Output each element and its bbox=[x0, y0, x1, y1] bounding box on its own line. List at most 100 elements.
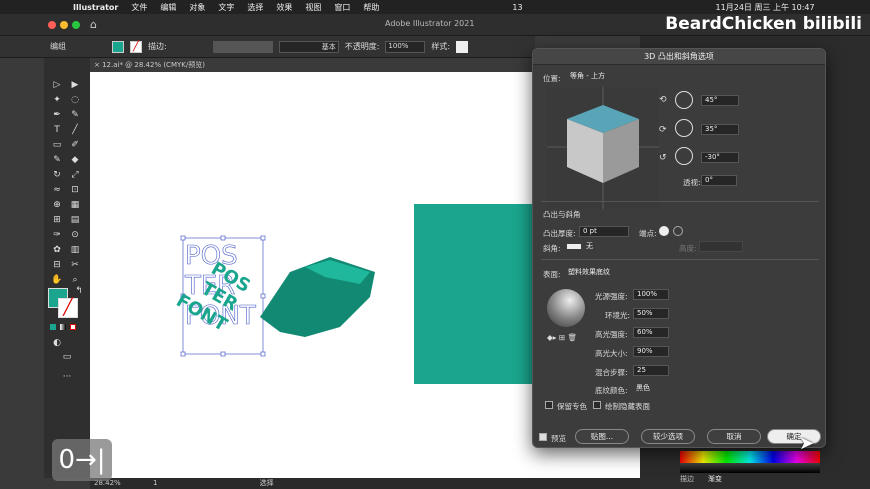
style-swatch[interactable] bbox=[456, 40, 469, 53]
menu-effect[interactable]: 效果 bbox=[276, 2, 292, 13]
menu-view[interactable]: 视图 bbox=[305, 2, 321, 13]
symbol-sprayer-icon[interactable]: ✿ bbox=[50, 243, 64, 257]
rotate-tool-icon[interactable]: ↻ bbox=[50, 168, 64, 182]
selection-tool-icon[interactable]: ▷ bbox=[50, 78, 64, 92]
rotate-x-dial[interactable] bbox=[675, 91, 693, 109]
light-options-icon[interactable]: ◆▸ ⊞ 🗑 bbox=[547, 333, 577, 342]
position-label: 位置: bbox=[543, 74, 561, 83]
rotate-x-icon: ⟲ bbox=[659, 95, 667, 105]
light-intensity-field[interactable]: 100% bbox=[633, 289, 669, 300]
fewer-options-button[interactable]: 较少选项 bbox=[641, 429, 695, 444]
maximize-window-icon[interactable] bbox=[72, 21, 80, 29]
menu-type[interactable]: 文字 bbox=[218, 2, 234, 13]
ambient-field[interactable]: 50% bbox=[633, 308, 669, 319]
cap-off-icon[interactable] bbox=[673, 226, 683, 236]
draw-mode-icon[interactable]: ◐ bbox=[50, 336, 64, 350]
surface-select[interactable]: 塑料效果底纹 bbox=[565, 267, 635, 278]
direct-selection-tool-icon[interactable]: ▶ bbox=[68, 78, 82, 92]
opacity-field[interactable]: 100% bbox=[385, 40, 426, 53]
type-tool-icon[interactable]: T bbox=[50, 123, 64, 137]
rotate-y-dial[interactable] bbox=[675, 119, 693, 137]
cap-on-icon[interactable] bbox=[659, 226, 669, 236]
brush-select[interactable]: 基本 bbox=[278, 40, 339, 53]
stroke-color[interactable]: ╱ bbox=[58, 298, 78, 318]
perspective-grid-icon[interactable]: ▦ bbox=[68, 198, 82, 212]
3d-extrude-dialog: 3D 凸出和斜角选项 位置: 等角 - 上方 ⟲ 45° ⟳ 35° ↺ -30… bbox=[532, 48, 826, 448]
minimize-window-icon[interactable] bbox=[60, 21, 68, 29]
watermark: BeardChicken bilibili bbox=[665, 14, 862, 34]
rotate-z-dial[interactable] bbox=[675, 147, 693, 165]
preserve-spot-checkbox[interactable] bbox=[545, 401, 553, 409]
magic-wand-icon[interactable]: ✦ bbox=[50, 93, 64, 107]
position-select[interactable]: 等角 - 上方 bbox=[567, 71, 627, 82]
slice-tool-icon[interactable]: ✂ bbox=[68, 258, 82, 272]
map-button[interactable]: 贴图... bbox=[575, 429, 629, 444]
cube-preview[interactable] bbox=[547, 87, 659, 209]
blend-steps-field[interactable]: 25 bbox=[633, 365, 669, 376]
graph-tool-icon[interactable]: ▥ bbox=[68, 243, 82, 257]
menu-select[interactable]: 选择 bbox=[247, 2, 263, 13]
hand-tool-icon[interactable]: ✋ bbox=[50, 273, 64, 287]
close-tab-icon[interactable]: × bbox=[94, 61, 102, 69]
artboard-tool-icon[interactable]: ⊟ bbox=[50, 258, 64, 272]
depth-field[interactable]: 0 pt bbox=[579, 226, 629, 237]
mesh-tool-icon[interactable]: ⊞ bbox=[50, 213, 64, 227]
rotate-z-field[interactable]: -30° bbox=[701, 152, 739, 163]
extrude-section-title: 凸出与斜角 bbox=[543, 210, 581, 219]
eraser-tool-icon[interactable]: ◆ bbox=[68, 153, 82, 167]
stroke-swatch[interactable]: ╱ bbox=[130, 40, 142, 53]
menu-edit[interactable]: 编辑 bbox=[160, 2, 176, 13]
pen-tool-icon[interactable]: ✒ bbox=[50, 108, 64, 122]
shaper-tool-icon[interactable]: ✎ bbox=[50, 153, 64, 167]
style-label: 样式: bbox=[431, 42, 451, 51]
menu-file[interactable]: 文件 bbox=[131, 2, 147, 13]
menu-app[interactable]: Illustrator bbox=[73, 3, 118, 12]
menu-object[interactable]: 对象 bbox=[189, 2, 205, 13]
rotate-x-field[interactable]: 45° bbox=[701, 95, 739, 106]
panel-tab-gradient[interactable]: 渐变 bbox=[708, 474, 722, 484]
stroke-weight-field[interactable] bbox=[212, 40, 273, 53]
perspective-field[interactable]: 0° bbox=[701, 175, 737, 186]
swap-colors-icon[interactable]: ↰ bbox=[72, 284, 86, 298]
lasso-icon[interactable]: ◌ bbox=[68, 93, 82, 107]
fill-swatch[interactable] bbox=[112, 40, 124, 53]
line-tool-icon[interactable]: ╱ bbox=[68, 123, 82, 137]
status-bar: 28.42% 1 选择 bbox=[90, 478, 640, 489]
screen-mode-icon[interactable]: ▭ bbox=[60, 350, 74, 364]
highlight-size-field[interactable]: 90% bbox=[633, 346, 669, 357]
close-window-icon[interactable] bbox=[48, 21, 56, 29]
shade-color-select[interactable]: 黑色 bbox=[633, 383, 673, 394]
teal-rectangle bbox=[414, 204, 534, 384]
highlight-intensity-field[interactable]: 60% bbox=[633, 327, 669, 338]
artboard-number[interactable]: 1 bbox=[153, 479, 157, 487]
lighting-sphere[interactable] bbox=[547, 289, 585, 327]
status-count: 13 bbox=[512, 2, 523, 12]
cube-svg bbox=[547, 87, 659, 209]
preview-checkbox[interactable] bbox=[539, 433, 547, 441]
brush-tool-icon[interactable]: ✐ bbox=[68, 138, 82, 152]
bevel-select[interactable]: 无 bbox=[583, 241, 663, 252]
tool-status: 选择 bbox=[259, 479, 274, 487]
eyedropper-icon[interactable]: ✑ bbox=[50, 228, 64, 242]
panel-tab-stroke[interactable]: 描边 bbox=[680, 474, 694, 484]
scale-tool-icon[interactable]: ⤢ bbox=[68, 168, 82, 182]
curvature-icon[interactable]: ✎ bbox=[68, 108, 82, 122]
color-spectrum-shade[interactable] bbox=[680, 463, 820, 473]
gradient-mode-icon[interactable] bbox=[60, 324, 66, 330]
blend-tool-icon[interactable]: ⊙ bbox=[68, 228, 82, 242]
free-transform-icon[interactable]: ⊡ bbox=[68, 183, 82, 197]
cancel-button[interactable]: 取消 bbox=[707, 429, 761, 444]
rectangle-tool-icon[interactable]: ▭ bbox=[50, 138, 64, 152]
none-mode-icon[interactable] bbox=[70, 324, 76, 330]
document-tab[interactable]: × 12.ai* @ 28.42% (CMYK/预览) bbox=[90, 58, 210, 72]
color-mode-icon[interactable] bbox=[50, 324, 56, 330]
home-icon[interactable]: ⌂ bbox=[90, 18, 97, 31]
warp-tool-icon[interactable]: ≈ bbox=[50, 183, 64, 197]
shape-builder-icon[interactable]: ⊕ bbox=[50, 198, 64, 212]
rotate-y-field[interactable]: 35° bbox=[701, 124, 739, 135]
gradient-tool-icon[interactable]: ▤ bbox=[68, 213, 82, 227]
menu-help[interactable]: 帮助 bbox=[363, 2, 379, 13]
draw-hidden-checkbox[interactable] bbox=[593, 401, 601, 409]
more-tools-icon[interactable]: ··· bbox=[60, 370, 74, 384]
menu-window[interactable]: 窗口 bbox=[334, 2, 350, 13]
